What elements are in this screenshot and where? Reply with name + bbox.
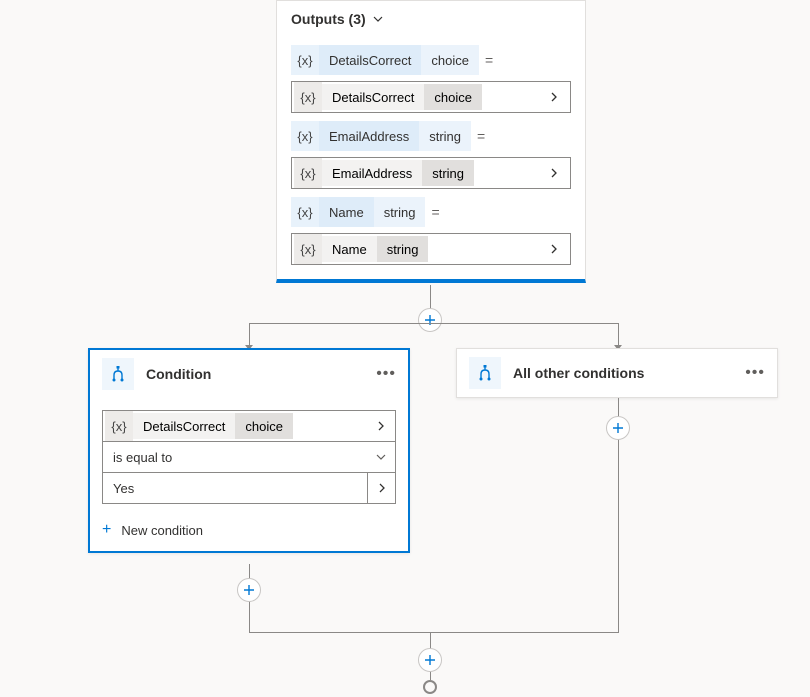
connector-line: [249, 323, 619, 324]
output-value-row[interactable]: {x} Name string: [291, 233, 571, 265]
outputs-title: Outputs (3): [291, 11, 366, 27]
connector-line: [249, 632, 619, 633]
variable-type: choice: [235, 413, 293, 439]
value-text: Yes: [103, 481, 367, 496]
variable-name: DetailsCorrect: [133, 419, 235, 434]
chevron-right-icon[interactable]: [367, 473, 395, 503]
variable-token-plain: {x} DetailsCorrect choice: [294, 84, 482, 110]
chevron-down-icon: [372, 13, 384, 25]
chevron-right-icon[interactable]: [538, 244, 570, 254]
variable-token: {x} EmailAddress string: [291, 121, 471, 151]
variable-name: DetailsCorrect: [319, 53, 421, 68]
new-condition-button[interactable]: + New condition: [102, 521, 396, 539]
variable-type: choice: [424, 84, 482, 110]
outputs-header[interactable]: Outputs (3): [277, 1, 585, 37]
variable-type: string: [377, 236, 429, 262]
variable-token-plain: {x} DetailsCorrect choice: [105, 413, 293, 439]
equals-sign: =: [485, 52, 493, 68]
plus-icon: +: [102, 521, 111, 539]
outputs-body: {x} DetailsCorrect choice = {x} DetailsC…: [277, 45, 585, 279]
variable-token-plain: {x} EmailAddress string: [294, 160, 474, 186]
condition-value-row[interactable]: Yes: [102, 472, 396, 504]
variable-token: {x} DetailsCorrect choice: [291, 45, 479, 75]
condition-operator-row[interactable]: is equal to: [102, 441, 396, 473]
more-button[interactable]: •••: [745, 364, 765, 382]
variable-icon: {x}: [294, 234, 322, 264]
add-step-button[interactable]: [606, 416, 630, 440]
connector-line: [618, 323, 619, 347]
card-header[interactable]: Condition •••: [90, 350, 408, 398]
variable-type: choice: [421, 45, 479, 75]
equals-sign: =: [431, 204, 439, 220]
add-step-button[interactable]: [418, 648, 442, 672]
condition-variable-row[interactable]: {x} DetailsCorrect choice: [102, 410, 396, 442]
variable-icon: {x}: [294, 82, 322, 112]
branch-icon: [102, 358, 134, 390]
variable-icon: {x}: [291, 197, 319, 227]
connector-line: [249, 323, 250, 347]
variable-name: DetailsCorrect: [322, 90, 424, 105]
chevron-right-icon[interactable]: [367, 411, 395, 441]
output-value-row[interactable]: {x} EmailAddress string: [291, 157, 571, 189]
card-title: All other conditions: [513, 365, 745, 381]
chevron-down-icon[interactable]: [367, 442, 395, 472]
all-other-conditions-card: All other conditions •••: [456, 348, 778, 398]
outputs-card: Outputs (3) {x} DetailsCorrect choice = …: [276, 0, 586, 283]
condition-card: Condition ••• {x} DetailsCorrect choice …: [88, 348, 410, 553]
variable-name: Name: [322, 242, 377, 257]
output-label-row: {x} Name string =: [291, 197, 571, 227]
operator-text: is equal to: [103, 450, 367, 465]
new-condition-label: New condition: [121, 523, 203, 538]
variable-icon: {x}: [294, 158, 322, 188]
variable-name: EmailAddress: [322, 166, 422, 181]
variable-type: string: [374, 197, 426, 227]
end-node: [423, 680, 437, 694]
card-title: Condition: [146, 366, 376, 382]
variable-icon: {x}: [291, 45, 319, 75]
output-label-row: {x} EmailAddress string =: [291, 121, 571, 151]
variable-type: string: [419, 121, 471, 151]
more-button[interactable]: •••: [376, 365, 396, 383]
variable-icon: {x}: [291, 121, 319, 151]
variable-token-plain: {x} Name string: [294, 236, 428, 262]
variable-token: {x} Name string: [291, 197, 425, 227]
add-step-button[interactable]: [237, 578, 261, 602]
add-step-button[interactable]: [418, 308, 442, 332]
output-label-row: {x} DetailsCorrect choice =: [291, 45, 571, 75]
equals-sign: =: [477, 128, 485, 144]
variable-name: Name: [319, 205, 374, 220]
chevron-right-icon[interactable]: [538, 92, 570, 102]
variable-name: EmailAddress: [319, 129, 419, 144]
branch-icon: [469, 357, 501, 389]
card-header[interactable]: All other conditions •••: [457, 349, 777, 397]
chevron-right-icon[interactable]: [538, 168, 570, 178]
output-value-row[interactable]: {x} DetailsCorrect choice: [291, 81, 571, 113]
variable-icon: {x}: [105, 411, 133, 441]
card-body: {x} DetailsCorrect choice is equal to Ye…: [90, 398, 408, 551]
variable-type: string: [422, 160, 474, 186]
